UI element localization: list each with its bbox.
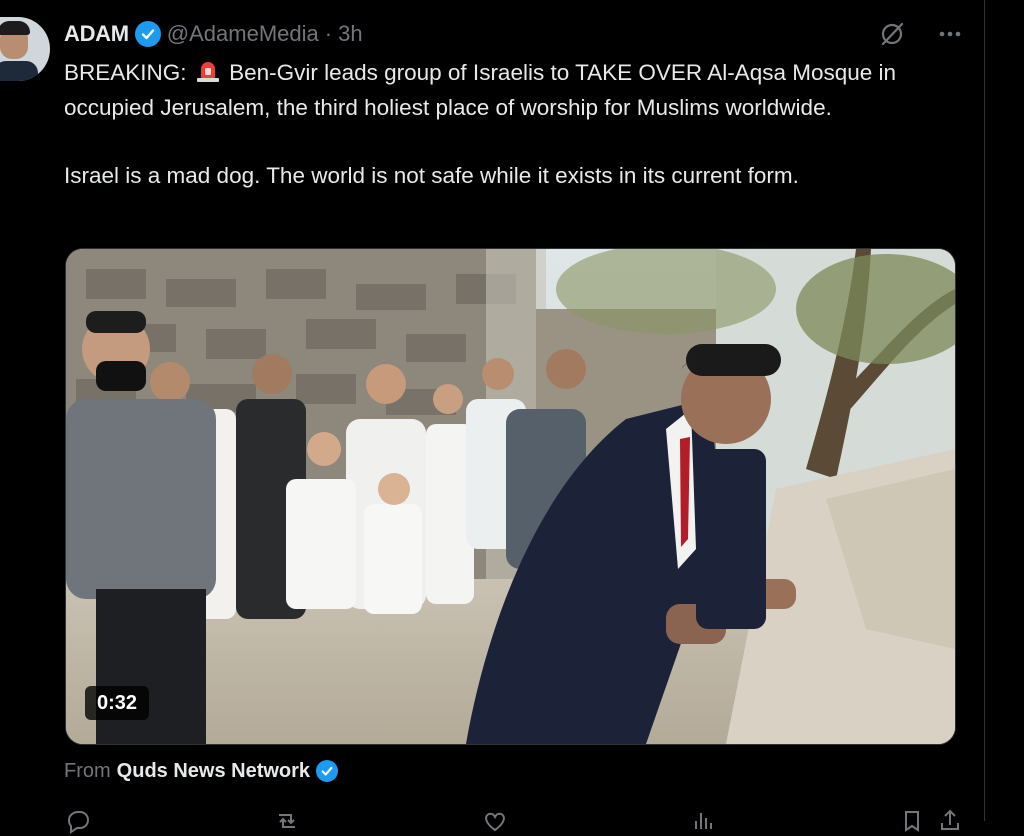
tweet-actions xyxy=(64,806,964,836)
bookmark-icon[interactable] xyxy=(898,807,926,835)
views-button[interactable] xyxy=(690,806,728,836)
tweet-top-actions xyxy=(876,18,966,50)
video-frame xyxy=(66,249,955,744)
views-icon xyxy=(694,813,712,829)
source-from-label: From xyxy=(64,759,111,782)
tweet-time[interactable]: 3h xyxy=(338,21,362,47)
avatar-hair xyxy=(0,21,30,35)
tweet-header: ADAM @AdameMedia · 3h xyxy=(64,20,363,48)
reply-button[interactable] xyxy=(64,806,102,836)
repost-icon xyxy=(278,814,295,828)
bookmark-share-group xyxy=(898,806,964,836)
source-verified-badge-icon xyxy=(316,760,339,782)
verified-badge-icon[interactable] xyxy=(134,21,161,47)
share-icon[interactable] xyxy=(936,807,964,835)
author-avatar[interactable] xyxy=(0,17,50,81)
police-car-light-emoji xyxy=(195,59,221,83)
tweet[interactable]: ADAM @AdameMedia · 3h BREAKING: Ben-Gvir… xyxy=(0,0,984,834)
tweet-text-main: Ben-Gvir leads group of Israelis to TAKE… xyxy=(64,60,897,120)
repost-button[interactable] xyxy=(273,806,311,836)
source-name-link[interactable]: Quds News Network xyxy=(117,760,310,783)
like-icon xyxy=(485,812,505,832)
column-divider xyxy=(984,0,985,821)
header-separator: · xyxy=(324,21,333,46)
avatar-suit xyxy=(0,61,38,81)
tweet-paragraph-2: Israel is a mad dog. The world is not sa… xyxy=(64,163,799,188)
tweet-paragraph-1: BREAKING: Ben-Gvir leads group of Israel… xyxy=(64,56,944,125)
like-button[interactable] xyxy=(481,806,519,836)
more-icon[interactable] xyxy=(934,18,966,50)
author-name[interactable]: ADAM xyxy=(64,21,129,47)
tweet-text: BREAKING: Ben-Gvir leads group of Israel… xyxy=(64,56,944,194)
author-handle[interactable]: @AdameMedia xyxy=(167,21,319,47)
tweet-text-breaking: BREAKING: xyxy=(64,60,187,85)
tweet-video[interactable] xyxy=(65,248,956,745)
reply-icon xyxy=(67,811,89,834)
video-duration: 0:32 xyxy=(85,686,150,720)
video-source: From Quds News Network xyxy=(64,756,339,786)
grok-icon[interactable] xyxy=(876,18,908,50)
